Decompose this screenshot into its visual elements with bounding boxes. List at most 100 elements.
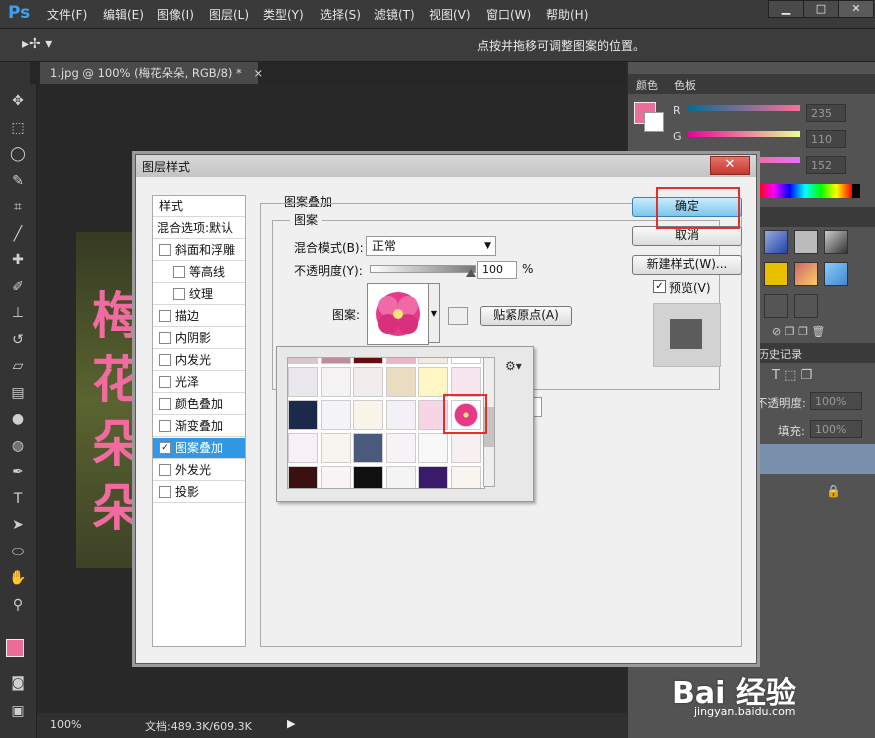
quick-mask-icon[interactable]: ◙ [8,674,28,692]
pattern-swatch[interactable] [385,367,416,397]
opacity-slider[interactable] [370,265,476,273]
blend-options-item[interactable]: 混合选项:默认 [153,218,245,239]
adjustment-icon[interactable] [764,262,788,286]
menu-help[interactable]: 帮助(H) [546,6,588,23]
eyedropper-icon[interactable]: ╱ [8,225,28,243]
menu-window[interactable]: 窗口(W) [486,6,531,23]
spectrum-black[interactable] [852,184,860,198]
pattern-swatch[interactable] [288,367,318,397]
foreground-color-swatch[interactable] [6,639,24,657]
pattern-swatch[interactable] [353,358,383,364]
opacity-input[interactable]: 100 [477,261,517,279]
layer-fill-input[interactable]: 100% [810,420,862,438]
adjustment-icon[interactable] [764,230,788,254]
pattern-swatch[interactable] [353,466,383,488]
pattern-swatch[interactable] [288,433,318,463]
pattern-preview[interactable] [367,283,429,345]
marquee-tool-icon[interactable]: ⬚ [8,119,28,137]
style-checkbox[interactable] [173,287,185,300]
pattern-swatch[interactable] [385,400,416,430]
style-checkbox[interactable] [159,353,171,366]
style-item[interactable]: 内阴影 [153,328,245,349]
pattern-swatch[interactable] [320,400,351,430]
new-preset-icon[interactable] [448,307,468,325]
style-item[interactable]: 斜面和浮雕 [153,240,245,261]
blur-tool-icon[interactable]: ● [8,410,28,428]
style-item[interactable]: 渐变叠加 [153,416,245,437]
style-checkbox[interactable] [159,309,171,322]
style-item[interactable]: 描边 [153,306,245,327]
menu-image[interactable]: 图像(I) [157,6,194,23]
style-item[interactable]: 内发光 [153,350,245,371]
pattern-swatch[interactable] [353,433,383,463]
history-brush-icon[interactable]: ↺ [8,331,28,349]
dodge-tool-icon[interactable]: ◍ [8,437,28,455]
status-menu-arrow-icon[interactable]: ▶ [287,717,295,730]
menu-edit[interactable]: 编辑(E) [103,6,144,23]
layer-opacity-input[interactable]: 100% [810,392,862,410]
eraser-tool-icon[interactable]: ▱ [8,357,28,375]
clone-stamp-icon[interactable]: ⊥ [8,304,28,322]
pattern-swatch[interactable] [353,400,383,430]
layer-filter-icons[interactable]: T ⬚ ❐ [772,368,812,383]
style-item[interactable]: 投影 [153,482,245,503]
channel-g-value[interactable]: 110 [806,130,846,148]
pattern-swatch[interactable] [320,433,351,463]
style-item[interactable]: 光泽 [153,372,245,393]
blend-mode-select[interactable]: 正常 ▼ [366,236,496,256]
pattern-swatch[interactable] [450,466,481,488]
lasso-tool-icon[interactable]: ◯ [8,145,28,163]
close-tab-icon[interactable]: × [253,66,263,80]
pattern-swatch[interactable] [450,367,481,397]
pattern-swatch[interactable] [288,358,318,364]
pattern-swatch[interactable] [418,433,448,463]
preview-checkbox[interactable]: ✓ [653,280,666,293]
close-window-button[interactable]: ✕ [838,0,874,18]
pen-tool-icon[interactable]: ✒ [8,463,28,481]
style-checkbox[interactable] [173,265,185,278]
document-tab[interactable]: 1.jpg @ 100% (梅花朵朵, RGB/8) * × [40,62,263,84]
gear-icon[interactable]: ⚙▾ [505,359,522,373]
pattern-swatch[interactable] [320,466,351,488]
brush-tool-icon[interactable]: ✐ [8,278,28,296]
pattern-swatch[interactable] [288,400,318,430]
pattern-swatch[interactable] [385,433,416,463]
pattern-swatch[interactable] [418,358,448,364]
type-tool-icon[interactable]: T [8,490,28,508]
channel-r-slider[interactable] [688,105,800,111]
pattern-swatch[interactable] [288,466,318,488]
adjustment-icon[interactable] [794,262,818,286]
style-checkbox[interactable] [159,331,171,344]
pattern-swatch[interactable] [353,367,383,397]
adjustment-icon[interactable] [824,262,848,286]
menu-select[interactable]: 选择(S) [320,6,361,23]
menu-type[interactable]: 类型(Y) [263,6,304,23]
adjustment-icon[interactable] [824,230,848,254]
new-style-button[interactable]: 新建样式(W)... [632,255,742,275]
pattern-swatch[interactable] [385,358,416,364]
tab-swatches[interactable]: 色板 [674,77,696,93]
channel-g-slider[interactable] [688,131,800,137]
maximize-button[interactable]: □ [803,0,839,18]
panel-footer-icons[interactable]: ⊘ ❐ ❐ 🗑 [772,325,825,338]
pattern-swatch[interactable] [450,433,481,463]
style-item[interactable]: 等高线 [153,262,245,283]
pattern-swatch[interactable] [385,466,416,488]
move-tool-icon[interactable]: ✥ [8,92,28,110]
screen-mode-icon[interactable]: ▣ [8,702,28,720]
pattern-swatch[interactable] [450,358,481,364]
style-checkbox[interactable]: ✓ [159,441,171,454]
style-item[interactable]: ✓ 图案叠加 [153,438,245,459]
move-tool-icon[interactable]: ▸✢ ▾ [22,36,52,52]
gradient-tool-icon[interactable]: ▤ [8,384,28,402]
style-item[interactable]: 纹理 [153,284,245,305]
pattern-swatch[interactable] [418,466,448,488]
quick-select-icon[interactable]: ✎ [8,172,28,190]
style-checkbox[interactable] [159,485,171,498]
hand-tool-icon[interactable]: ✋ [8,569,28,587]
tab-color[interactable]: 颜色 [636,77,658,93]
minimize-button[interactable]: ▁ [768,0,804,18]
style-checkbox[interactable] [159,375,171,388]
style-checkbox[interactable] [159,397,171,410]
zoom-level[interactable]: 100% [50,718,81,731]
